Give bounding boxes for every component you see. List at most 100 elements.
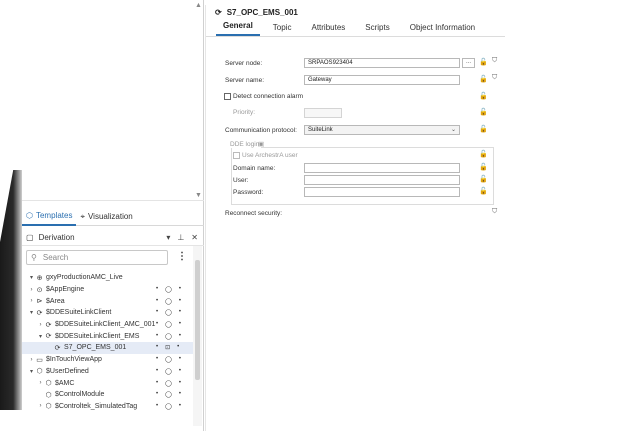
dot-icon: •	[178, 332, 181, 339]
explorer-tabs: ⬡ Templates ⌖ Visualization	[22, 208, 204, 226]
lock-icon[interactable]: 🔓	[479, 92, 488, 100]
shield-outline-icon: ◯	[165, 403, 172, 410]
userdefined-icon: ⬡	[45, 391, 52, 399]
domain-input[interactable]	[304, 163, 460, 173]
more-options-icon[interactable]: ⋮	[177, 251, 187, 262]
detect-alarm-checkbox[interactable]	[224, 93, 231, 100]
tree-item[interactable]: ▾ ⬡ $UserDefined • ◯ •	[22, 366, 198, 378]
lock-icon: 🔓	[479, 109, 488, 116]
chevron-right-icon[interactable]: ›	[28, 298, 35, 304]
chevron-right-icon[interactable]: ›	[37, 322, 44, 328]
server-name-label: Server name:	[225, 77, 265, 84]
lock-icon[interactable]: 🔓	[479, 163, 488, 171]
area-icon: ⊳	[36, 298, 43, 306]
close-icon[interactable]: ✕	[191, 233, 198, 242]
dot-icon: •	[156, 402, 159, 409]
lock-icon[interactable]: 🔓	[479, 75, 488, 83]
tree-item[interactable]: ⬡ $ControlModule • ◯ •	[22, 389, 198, 401]
chevron-down-icon[interactable]: ▾	[28, 368, 35, 375]
server-node-label: Server node:	[225, 60, 263, 67]
scrollbar-thumb[interactable]	[195, 260, 200, 380]
chevron-right-icon[interactable]: ›	[28, 357, 35, 363]
dot-icon: •	[178, 402, 181, 409]
item-status-icons: • ◯ •	[156, 380, 181, 387]
server-name-input[interactable]: Gateway	[304, 75, 460, 85]
priority-label: Priority:	[233, 109, 256, 116]
tree-item-label: $UserDefined	[46, 367, 89, 375]
tree-item[interactable]: ⟳ S7_OPC_EMS_001 • ⊡ •	[22, 342, 198, 354]
shield-icon[interactable]: ⛉	[492, 57, 497, 65]
vertical-scrollbar[interactable]: ▲ ▼	[195, 0, 202, 205]
shield-outline-icon: ◯	[165, 310, 172, 317]
pin-icon[interactable]: ⊥	[177, 233, 184, 242]
tree-item-label: $ControlModule	[55, 391, 105, 399]
chevron-down-icon[interactable]: ▾	[166, 233, 170, 242]
dot-icon: •	[156, 332, 159, 339]
scroll-up-icon[interactable]: ▲	[195, 2, 202, 10]
tab-object-information[interactable]: Object Information	[403, 23, 482, 36]
browse-button[interactable]: ...	[462, 58, 475, 68]
client-icon: ⟳	[54, 344, 61, 352]
chevron-down-icon[interactable]: ▾	[37, 333, 44, 340]
tab-scripts[interactable]: Scripts	[358, 23, 396, 36]
comm-protocol-select[interactable]: SuiteLink ⌄	[304, 125, 460, 135]
item-status-icons: • ◯ •	[156, 403, 181, 410]
tab-topic[interactable]: Topic	[266, 23, 299, 36]
tree-item[interactable]: ▾ ⊕ gxyProductionAMC_Live	[22, 272, 198, 284]
tree-item[interactable]: › ⬡ $Controltek_SimulatedTag • ◯ •	[22, 401, 198, 413]
lock-icon[interactable]: 🔓	[479, 150, 488, 158]
dot-icon: •	[178, 297, 181, 304]
item-status-icons: • ◯ •	[156, 298, 181, 305]
use-archestra-checkbox[interactable]	[233, 152, 240, 159]
tab-templates[interactable]: ⬡ Templates	[22, 208, 77, 226]
dot-icon: •	[156, 286, 159, 293]
user-input[interactable]	[304, 175, 460, 185]
tab-general[interactable]: General	[216, 21, 260, 36]
lock-icon[interactable]: 🔓	[479, 175, 488, 183]
derivation-header: ▢ Derivation ▾ ⊥ ✕	[22, 229, 204, 246]
lock-icon[interactable]: 🔓	[479, 125, 488, 133]
item-status-icons: • ◯ •	[156, 356, 181, 363]
tree-item[interactable]: › ▭ $InTouchViewApp • ◯ •	[22, 354, 198, 366]
priority-input[interactable]	[304, 108, 342, 118]
shield-icon[interactable]: ⛉	[492, 208, 497, 216]
derivation-tree: ▾ ⊕ gxyProductionAMC_Live › ⊙ $AppEngine • ◯ • › ⊳…	[22, 272, 198, 412]
chevron-down-icon[interactable]: ▾	[28, 309, 35, 316]
tree-item[interactable]: › ⊳ $Area • ◯ •	[22, 295, 198, 307]
dot-icon: •	[156, 321, 159, 328]
search-input[interactable]: ⚲ Search	[26, 250, 168, 265]
item-status-icons: • ⊡ •	[156, 344, 179, 351]
tree-item[interactable]: › ⊙ $AppEngine • ◯ •	[22, 284, 198, 296]
client-icon: ⟳	[36, 309, 43, 317]
derivation-title: Derivation	[38, 232, 75, 242]
tree-scrollbar[interactable]	[193, 246, 202, 426]
tree-item[interactable]: ▾ ⟳ $DDESuiteLinkClient • ◯ •	[22, 307, 198, 319]
lock-icon[interactable]: 🔓	[479, 58, 488, 66]
scroll-down-icon[interactable]: ▼	[195, 192, 202, 200]
password-input[interactable]	[304, 187, 460, 197]
chevron-right-icon[interactable]: ›	[28, 287, 35, 293]
templates-icon: ⬡	[26, 211, 33, 220]
tree-item[interactable]: › ⬡ $AMC • ◯ •	[22, 377, 198, 389]
chevron-down-icon[interactable]: ▾	[28, 274, 35, 281]
tree-item-label: $DDESuiteLinkClient_EMS	[55, 332, 140, 340]
lock-icon[interactable]: 🔓	[479, 187, 488, 195]
shield-outline-icon: ◯	[165, 298, 172, 305]
shield-outline-icon: ◯	[165, 368, 172, 375]
chevron-right-icon[interactable]: ›	[37, 403, 44, 409]
tab-visualization[interactable]: ⌖ Visualization	[76, 208, 136, 226]
chevron-right-icon[interactable]: ›	[37, 380, 44, 386]
tree-item[interactable]: ▾ ⟳ $DDESuiteLinkClient_EMS • ◯ •	[22, 330, 198, 342]
shield-icon[interactable]: ⛉	[492, 74, 497, 82]
monitor-icon: ▭	[36, 356, 43, 364]
dot-icon: •	[156, 309, 159, 316]
tab-attributes[interactable]: Attributes	[304, 23, 352, 36]
tree-item-label: $InTouchViewApp	[46, 356, 102, 364]
dot-icon: •	[156, 367, 159, 374]
userdefined-icon: ⬡	[45, 403, 52, 411]
reconnect-security-label: Reconnect security:	[225, 210, 283, 217]
server-node-input[interactable]: SRPAOS923404	[304, 58, 460, 68]
tree-item-label: S7_OPC_EMS_001	[64, 344, 127, 352]
tree-item[interactable]: › ⟳ $DDESuiteLinkClient_AMC_001 • ◯ •	[22, 319, 198, 331]
chevron-down-icon: ⌄	[450, 127, 456, 133]
